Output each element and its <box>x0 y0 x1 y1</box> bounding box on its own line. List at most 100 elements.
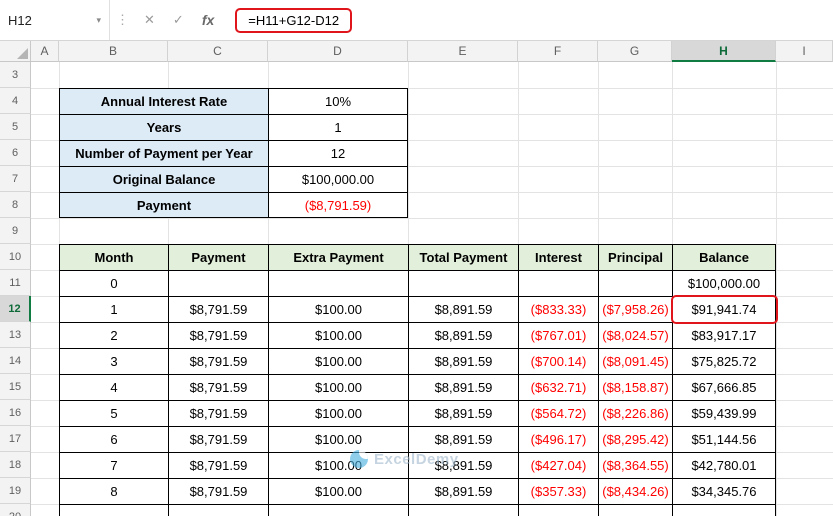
schedule-header[interactable]: Principal <box>598 244 672 270</box>
column-header-I[interactable]: I <box>776 41 833 62</box>
insert-function-icon[interactable]: fx <box>202 12 214 28</box>
info-label[interactable]: Original Balance <box>59 166 268 192</box>
info-value[interactable]: 10% <box>268 88 408 114</box>
sheet-cell[interactable] <box>518 504 598 516</box>
sheet-cell[interactable]: ($700.14) <box>518 348 598 374</box>
info-value[interactable]: $100,000.00 <box>268 166 408 192</box>
sheet-cell[interactable]: ($357.33) <box>518 478 598 504</box>
row-header-8[interactable]: 8 <box>0 192 31 218</box>
sheet-cell[interactable]: 1 <box>59 296 168 322</box>
sheet-cell[interactable] <box>268 504 408 516</box>
sheet-cell[interactable]: $67,666.85 <box>672 374 776 400</box>
sheet-cell[interactable]: $100.00 <box>268 478 408 504</box>
row-header-15[interactable]: 15 <box>0 374 31 400</box>
sheet-cell[interactable]: ($427.04) <box>518 452 598 478</box>
sheet-cell[interactable]: $91,941.74 <box>672 296 776 322</box>
sheet-cell[interactable] <box>408 504 518 516</box>
formula-bar-menu-icon[interactable]: ⋮ <box>116 12 129 28</box>
sheet-cell[interactable]: $8,891.59 <box>408 374 518 400</box>
column-header-H[interactable]: H <box>672 41 776 62</box>
sheet-cell[interactable]: $8,791.59 <box>168 426 268 452</box>
sheet-cell[interactable]: ($767.01) <box>518 322 598 348</box>
sheet-cell[interactable]: $8,791.59 <box>168 374 268 400</box>
sheet-cell[interactable]: $8,791.59 <box>168 478 268 504</box>
sheet-cell[interactable]: ($8,434.26) <box>598 478 672 504</box>
sheet-cell[interactable]: 7 <box>59 452 168 478</box>
name-box-dropdown-icon[interactable]: ▾ <box>96 15 101 26</box>
column-header-A[interactable]: A <box>31 41 59 62</box>
sheet-cell[interactable]: 4 <box>59 374 168 400</box>
info-label[interactable]: Payment <box>59 192 268 218</box>
sheet-cell[interactable]: $8,891.59 <box>408 322 518 348</box>
sheet-cell[interactable] <box>59 504 168 516</box>
sheet-cell[interactable] <box>168 270 268 296</box>
sheet-cell[interactable]: $100,000.00 <box>672 270 776 296</box>
info-value[interactable]: 1 <box>268 114 408 140</box>
sheet-cell[interactable]: $100.00 <box>268 426 408 452</box>
sheet-cell[interactable]: 5 <box>59 400 168 426</box>
row-header-18[interactable]: 18 <box>0 452 31 478</box>
row-header-4[interactable]: 4 <box>0 88 31 114</box>
row-header-5[interactable]: 5 <box>0 114 31 140</box>
sheet-cell[interactable]: 0 <box>59 270 168 296</box>
column-header-B[interactable]: B <box>59 41 168 62</box>
sheet-cell[interactable] <box>168 504 268 516</box>
row-header-16[interactable]: 16 <box>0 400 31 426</box>
sheet-cell[interactable]: $51,144.56 <box>672 426 776 452</box>
name-box[interactable]: H12 ▾ <box>0 0 110 40</box>
sheet-cell[interactable]: $8,791.59 <box>168 452 268 478</box>
row-header-11[interactable]: 11 <box>0 270 31 296</box>
sheet-cell[interactable]: ($632.71) <box>518 374 598 400</box>
sheet-cell[interactable]: $100.00 <box>268 400 408 426</box>
sheet-cell[interactable]: $100.00 <box>268 452 408 478</box>
sheet-cell[interactable]: $100.00 <box>268 374 408 400</box>
sheet-cell[interactable]: ($8,158.87) <box>598 374 672 400</box>
schedule-header[interactable]: Balance <box>672 244 776 270</box>
sheet-cell[interactable] <box>518 270 598 296</box>
select-all-corner[interactable] <box>0 41 31 62</box>
sheet-cell[interactable] <box>268 270 408 296</box>
sheet-cell[interactable]: $8,891.59 <box>408 452 518 478</box>
sheet-cell[interactable]: $8,791.59 <box>168 348 268 374</box>
sheet-cell[interactable]: ($564.72) <box>518 400 598 426</box>
formula-input[interactable]: =H11+G12-D12 <box>235 7 353 33</box>
column-header-C[interactable]: C <box>168 41 268 62</box>
row-header-3[interactable]: 3 <box>0 62 31 88</box>
sheet-cell[interactable]: $59,439.99 <box>672 400 776 426</box>
schedule-header[interactable]: Extra Payment <box>268 244 408 270</box>
info-label[interactable]: Years <box>59 114 268 140</box>
sheet-cell[interactable]: $8,891.59 <box>408 426 518 452</box>
sheet-cell[interactable]: $8,891.59 <box>408 400 518 426</box>
sheet-cell[interactable]: ($833.33) <box>518 296 598 322</box>
sheet-cell[interactable]: $8,791.59 <box>168 322 268 348</box>
sheet-cell[interactable]: $100.00 <box>268 348 408 374</box>
sheet-cell[interactable]: $8,891.59 <box>408 478 518 504</box>
sheet-cell[interactable]: 6 <box>59 426 168 452</box>
row-header-9[interactable]: 9 <box>0 218 31 244</box>
info-label[interactable]: Number of Payment per Year <box>59 140 268 166</box>
sheet-cell[interactable]: $42,780.01 <box>672 452 776 478</box>
row-header-12[interactable]: 12 <box>0 296 31 322</box>
sheet-cell[interactable]: $83,917.17 <box>672 322 776 348</box>
enter-icon[interactable]: ✓ <box>173 12 184 28</box>
sheet-cell[interactable] <box>408 270 518 296</box>
schedule-header[interactable]: Total Payment <box>408 244 518 270</box>
sheet-cell[interactable]: $8,791.59 <box>168 400 268 426</box>
column-header-G[interactable]: G <box>598 41 672 62</box>
cancel-icon[interactable]: ✕ <box>144 12 155 28</box>
sheet-cell[interactable]: 3 <box>59 348 168 374</box>
sheet-cell[interactable]: ($7,958.26) <box>598 296 672 322</box>
schedule-header[interactable]: Interest <box>518 244 598 270</box>
sheet-cell[interactable] <box>672 504 776 516</box>
sheet-cell[interactable]: ($8,364.55) <box>598 452 672 478</box>
row-header-6[interactable]: 6 <box>0 140 31 166</box>
column-header-E[interactable]: E <box>408 41 518 62</box>
schedule-header[interactable]: Month <box>59 244 168 270</box>
sheet-cell[interactable]: ($8,024.57) <box>598 322 672 348</box>
sheet-cell[interactable]: $75,825.72 <box>672 348 776 374</box>
row-header-17[interactable]: 17 <box>0 426 31 452</box>
sheet-cell[interactable]: $8,891.59 <box>408 296 518 322</box>
sheet-cell[interactable]: $8,891.59 <box>408 348 518 374</box>
sheet-cell[interactable] <box>598 270 672 296</box>
sheet-cell[interactable]: $100.00 <box>268 296 408 322</box>
